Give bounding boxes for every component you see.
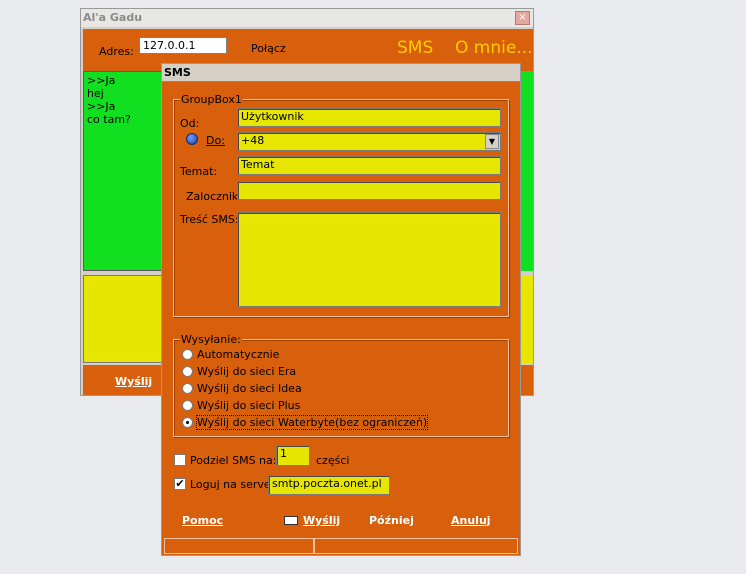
- radio-plus[interactable]: Wyślij do sieci Plus: [182, 399, 300, 412]
- login-checkbox[interactable]: ✔: [174, 478, 186, 490]
- help-button[interactable]: Pomoc: [182, 514, 223, 527]
- attachment-label: Zalocznik: [186, 190, 239, 203]
- from-label: Od:: [180, 117, 200, 130]
- address-label: Adres:: [99, 45, 134, 58]
- send-button[interactable]: Wyślij: [115, 375, 152, 388]
- radio-label: Wyślij do sieci Plus: [197, 399, 301, 412]
- sms-dialog-title: SMS: [162, 64, 520, 82]
- chat-line: co tam?: [87, 113, 131, 126]
- login-label: Loguj na server: [190, 478, 276, 491]
- group-legend: GroupBox1: [180, 93, 243, 106]
- radio-label: Wyślij do sieci Era: [197, 365, 297, 378]
- connect-button[interactable]: Połącz: [251, 42, 286, 55]
- send-sms-button[interactable]: Wyślij: [303, 514, 340, 527]
- split-unit: części: [316, 454, 350, 467]
- sms-link[interactable]: SMS: [397, 38, 433, 58]
- address-input[interactable]: 127.0.0.1: [139, 37, 227, 54]
- close-icon[interactable]: ×: [515, 11, 530, 25]
- group-legend: Wysyłanie:: [180, 333, 242, 346]
- split-checkbox[interactable]: [174, 454, 186, 466]
- radio-waterbyte[interactable]: Wyślij do sieci Waterbyte(bez ograniczeń…: [182, 415, 429, 430]
- server-field[interactable]: smtp.poczta.onet.pl: [268, 475, 390, 495]
- to-label: Do:: [206, 134, 225, 147]
- body-label: Treść SMS:: [180, 213, 239, 226]
- radio-button[interactable]: [182, 366, 193, 377]
- radio-label: Wyślij do sieci Waterbyte(bez ograniczeń…: [195, 415, 429, 430]
- later-button[interactable]: Później: [369, 514, 414, 527]
- subject-label: Temat:: [180, 165, 218, 178]
- globe-icon: [186, 133, 198, 145]
- body-textarea[interactable]: [237, 212, 501, 307]
- radio-era[interactable]: Wyślij do sieci Era: [182, 365, 296, 378]
- chat-history[interactable]: >>Ja hej >>Ja co tam?: [83, 71, 167, 271]
- chat-line: >>Ja: [87, 74, 116, 87]
- split-count-field[interactable]: 1: [276, 445, 310, 466]
- radio-button[interactable]: [182, 400, 193, 411]
- radio-button[interactable]: [182, 383, 193, 394]
- about-link[interactable]: O mnie...: [455, 38, 533, 58]
- split-label: Podziel SMS na:: [190, 454, 277, 467]
- status-panel-left: [164, 538, 314, 554]
- radio-auto[interactable]: Automatycznie: [182, 348, 279, 361]
- to-select[interactable]: +48 ▼: [237, 132, 501, 151]
- cancel-button[interactable]: Anuluj: [451, 514, 491, 527]
- sms-dialog: SMS GroupBox1 Od: Użytkownik Do: +48 ▼ T…: [161, 63, 521, 556]
- radio-button[interactable]: [182, 349, 193, 360]
- chat-line: hej: [87, 87, 104, 100]
- to-value: +48: [241, 134, 265, 147]
- subject-field[interactable]: Temat: [237, 156, 501, 175]
- status-panel-right: [314, 538, 518, 554]
- chat-line: >>Ja: [87, 100, 116, 113]
- main-window-title: Al'a Gadu: [81, 9, 533, 27]
- from-field[interactable]: Użytkownik: [237, 108, 501, 127]
- chevron-down-icon[interactable]: ▼: [485, 134, 499, 149]
- radio-button[interactable]: [182, 417, 193, 428]
- envelope-icon: [284, 516, 298, 525]
- radio-label: Automatycznie: [197, 348, 280, 361]
- radio-idea[interactable]: Wyślij do sieci Idea: [182, 382, 302, 395]
- message-input[interactable]: [83, 275, 167, 363]
- attachment-field[interactable]: [237, 181, 501, 200]
- radio-label: Wyślij do sieci Idea: [197, 382, 302, 395]
